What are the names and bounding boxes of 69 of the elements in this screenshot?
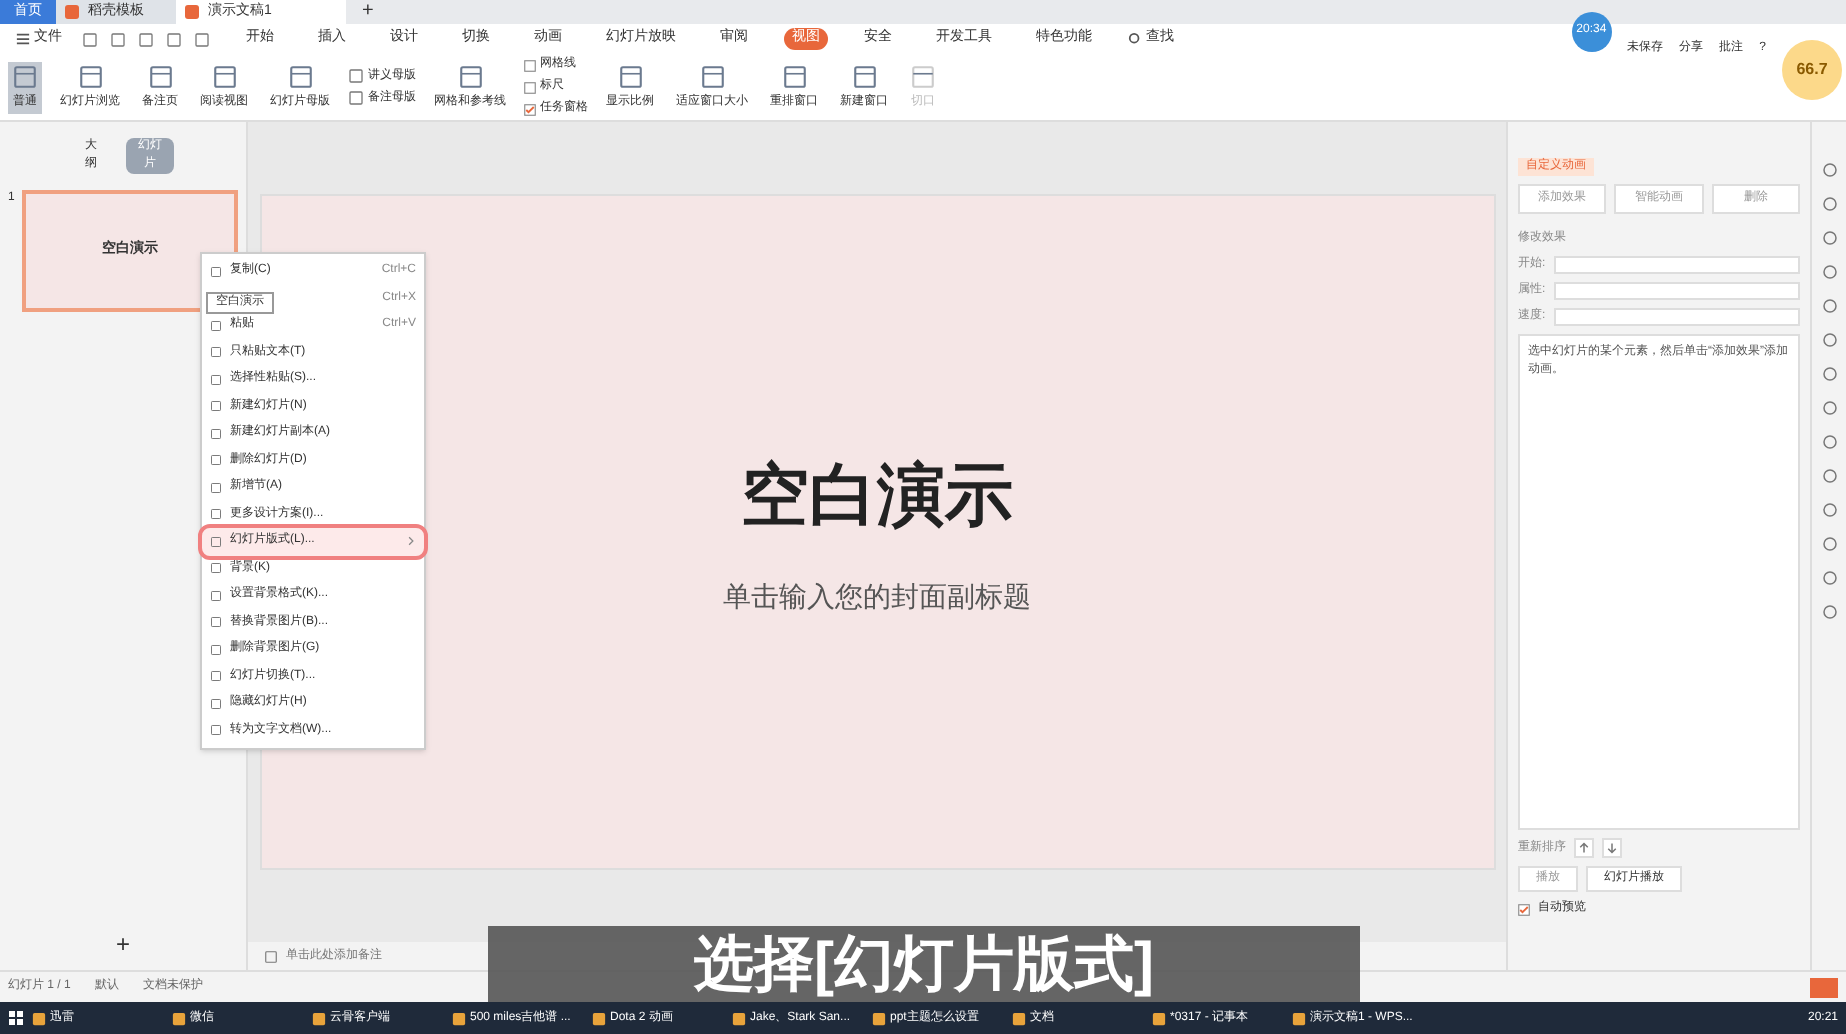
view-icon <box>147 63 173 89</box>
app-icon <box>172 1011 186 1025</box>
app-icon <box>1152 1011 1166 1025</box>
side-tool-icon <box>1821 570 1837 586</box>
up-button[interactable] <box>1574 838 1594 858</box>
app-icon <box>452 1011 466 1025</box>
menu-item-icon <box>210 454 222 467</box>
side-tool-icon <box>1821 162 1837 178</box>
side-tool-icon <box>1821 332 1837 348</box>
app-icon <box>872 1011 886 1025</box>
menu-item-icon <box>210 400 222 413</box>
slide-subtitle[interactable]: 单击输入您的封面副标题 <box>723 576 1031 618</box>
add-slide-button[interactable]: + <box>115 926 130 962</box>
menu-item-icon <box>210 697 222 710</box>
up-arrow-icon <box>1578 842 1590 854</box>
side-tool-icon <box>1821 264 1837 280</box>
search-icon <box>1128 32 1142 46</box>
view-icon <box>617 63 643 89</box>
notes-icon <box>264 949 278 963</box>
side-tool-icon <box>1821 604 1837 620</box>
view-icon <box>910 63 936 89</box>
app-icon <box>732 1011 746 1025</box>
menu-item-icon <box>210 265 222 278</box>
video-caption: 选择[幻灯片版式] <box>488 926 1360 1002</box>
view-icon <box>457 63 483 89</box>
side-tool-icon <box>1821 196 1837 212</box>
side-tool-icon <box>1821 434 1837 450</box>
new-tab-button[interactable]: + <box>362 0 374 24</box>
menu-item-icon <box>210 589 222 602</box>
speed-badge: 66.7 <box>1782 40 1842 100</box>
menu-item-icon <box>210 616 222 629</box>
menu-item-icon <box>210 508 222 521</box>
start-icon <box>8 1010 24 1026</box>
side-tool-icon <box>1821 400 1837 416</box>
app-icon <box>592 1011 606 1025</box>
side-tool-icon <box>1821 230 1837 246</box>
play-slideshow-button[interactable] <box>1810 977 1838 997</box>
document-icon <box>184 4 200 20</box>
view-icon <box>211 63 237 89</box>
side-tool-icon <box>1821 468 1837 484</box>
menu-item-icon <box>210 643 222 656</box>
view-icon <box>77 63 103 89</box>
side-tool-icon <box>1821 536 1837 552</box>
menu-item-icon <box>210 319 222 332</box>
view-icon <box>851 63 877 89</box>
document-icon <box>64 4 80 20</box>
side-tool-icon <box>1821 502 1837 518</box>
menu-item-icon <box>210 373 222 386</box>
slide-title[interactable]: 空白演示 <box>741 446 1013 548</box>
menu-item-icon <box>210 346 222 359</box>
app-icon <box>32 1011 46 1025</box>
menu-icon <box>16 32 30 46</box>
view-icon <box>699 63 725 89</box>
app-icon <box>1292 1011 1306 1025</box>
menu-item-icon <box>210 535 222 548</box>
down-button[interactable] <box>1602 838 1622 858</box>
menu-item-icon <box>210 670 222 683</box>
view-icon <box>781 63 807 89</box>
app-icon <box>1012 1011 1026 1025</box>
menu-item-icon <box>210 481 222 494</box>
side-tool-icon <box>1821 298 1837 314</box>
app-icon <box>312 1011 326 1025</box>
down-arrow-icon <box>1606 842 1618 854</box>
view-icon <box>287 63 313 89</box>
menu-item-icon <box>210 427 222 440</box>
menu-item-icon <box>210 562 222 575</box>
view-icon <box>12 63 38 89</box>
side-tool-icon <box>1821 366 1837 382</box>
menu-item-icon <box>210 724 222 737</box>
